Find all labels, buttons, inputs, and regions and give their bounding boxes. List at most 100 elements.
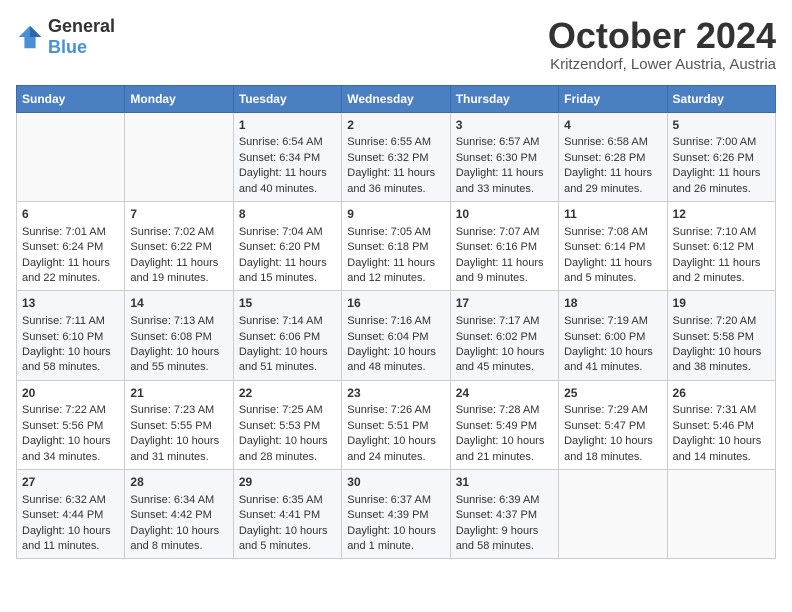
day-content-line: Sunrise: 7:04 AM bbox=[239, 225, 336, 240]
calendar-cell: 28Sunrise: 6:34 AMSunset: 4:42 PMDayligh… bbox=[125, 470, 233, 559]
day-number: 21 bbox=[130, 385, 227, 402]
calendar-cell: 2Sunrise: 6:55 AMSunset: 6:32 PMDaylight… bbox=[342, 112, 450, 201]
day-content-line: Sunset: 6:14 PM bbox=[564, 240, 661, 255]
day-content-line: Sunset: 5:46 PM bbox=[673, 419, 770, 434]
day-content-line: Sunrise: 6:39 AM bbox=[456, 493, 553, 508]
day-content-line: Sunrise: 6:35 AM bbox=[239, 493, 336, 508]
weekday-header-row: SundayMondayTuesdayWednesdayThursdayFrid… bbox=[17, 85, 776, 112]
logo-icon bbox=[16, 23, 44, 51]
day-content-line: Sunset: 6:08 PM bbox=[130, 330, 227, 345]
day-content-line: Sunset: 6:28 PM bbox=[564, 151, 661, 166]
calendar-cell: 16Sunrise: 7:16 AMSunset: 6:04 PMDayligh… bbox=[342, 291, 450, 380]
day-content-line: Daylight: 10 hours and 28 minutes. bbox=[239, 434, 336, 465]
weekday-header-cell: Friday bbox=[559, 85, 667, 112]
weekday-header-cell: Saturday bbox=[667, 85, 775, 112]
day-number: 16 bbox=[347, 295, 444, 312]
day-number: 26 bbox=[673, 385, 770, 402]
day-number: 18 bbox=[564, 295, 661, 312]
day-content-line: Sunrise: 7:14 AM bbox=[239, 314, 336, 329]
day-content-line: Daylight: 11 hours and 40 minutes. bbox=[239, 166, 336, 197]
day-content-line: Daylight: 10 hours and 5 minutes. bbox=[239, 524, 336, 555]
calendar-week-row: 6 Sunrise: 7:01 AMSunset: 6:24 PM Daylight… bbox=[17, 201, 776, 290]
calendar-cell: 19Sunrise: 7:20 AMSunset: 5:58 PMDayligh… bbox=[667, 291, 775, 380]
day-content-line: Sunset: 5:58 PM bbox=[673, 330, 770, 345]
day-content-line: Sunrise: 7:02 AM bbox=[130, 225, 227, 240]
day-content-line: Daylight: 11 hours and 12 minutes. bbox=[347, 256, 444, 287]
day-content-line: Sunset: 6:26 PM bbox=[673, 151, 770, 166]
calendar-cell: 22Sunrise: 7:25 AMSunset: 5:53 PMDayligh… bbox=[233, 380, 341, 469]
day-content-line: Sunset: 6:12 PM bbox=[673, 240, 770, 255]
day-content-line: Sunset: 4:42 PM bbox=[130, 508, 227, 523]
day-content-line: Sunrise: 7:26 AM bbox=[347, 403, 444, 418]
day-content-line: Daylight: 10 hours and 41 minutes. bbox=[564, 345, 661, 376]
day-content-line: Daylight: 11 hours and 2 minutes. bbox=[673, 256, 770, 287]
calendar-week-row: 27Sunrise: 6:32 AMSunset: 4:44 PMDayligh… bbox=[17, 470, 776, 559]
day-number: 1 bbox=[239, 117, 336, 134]
calendar-cell: 21Sunrise: 7:23 AMSunset: 5:55 PMDayligh… bbox=[125, 380, 233, 469]
page-header: General Blue October 2024 Kritzendorf, L… bbox=[16, 16, 776, 73]
day-content-line: Daylight: 10 hours and 21 minutes. bbox=[456, 434, 553, 465]
day-number: 30 bbox=[347, 474, 444, 491]
day-content-line: Sunset: 4:41 PM bbox=[239, 508, 336, 523]
day-content-line: Sunrise: 7:10 AM bbox=[673, 225, 770, 240]
day-number: 6 bbox=[22, 206, 119, 223]
day-content-line: Sunrise: 7:08 AM bbox=[564, 225, 661, 240]
day-content-line: Sunrise: 6:57 AM bbox=[456, 135, 553, 150]
day-number: 12 bbox=[673, 206, 770, 223]
day-content-line: Sunset: 6:06 PM bbox=[239, 330, 336, 345]
day-number: 3 bbox=[456, 117, 553, 134]
day-content-line: Daylight: 9 hours and 58 minutes. bbox=[456, 524, 553, 555]
day-number: 25 bbox=[564, 385, 661, 402]
calendar-cell: 24Sunrise: 7:28 AMSunset: 5:49 PMDayligh… bbox=[450, 380, 558, 469]
day-content-line: Sunset: 6:30 PM bbox=[456, 151, 553, 166]
calendar-cell bbox=[17, 112, 125, 201]
calendar-cell: 6Sunrise: 7:01 AMSunset: 6:24 PMDaylight… bbox=[17, 201, 125, 290]
day-content-line: Sunrise: 6:34 AM bbox=[130, 493, 227, 508]
day-content-line: Daylight: 11 hours and 15 minutes. bbox=[239, 256, 336, 287]
weekday-header-cell: Tuesday bbox=[233, 85, 341, 112]
calendar-cell: 15Sunrise: 7:14 AMSunset: 6:06 PMDayligh… bbox=[233, 291, 341, 380]
day-content-line: Sunset: 6:18 PM bbox=[347, 240, 444, 255]
calendar-week-row: 1Sunrise: 6:54 AMSunset: 6:34 PMDaylight… bbox=[17, 112, 776, 201]
day-content-line: Daylight: 11 hours and 5 minutes. bbox=[564, 256, 661, 287]
day-content-line: Sunrise: 7:01 AM bbox=[22, 225, 119, 240]
day-content-line: Daylight: 10 hours and 11 minutes. bbox=[22, 524, 119, 555]
day-content-line: Sunrise: 7:19 AM bbox=[564, 314, 661, 329]
day-content-line: Sunset: 6:16 PM bbox=[456, 240, 553, 255]
day-content-line: Sunrise: 7:11 AM bbox=[22, 314, 119, 329]
day-content-line: Sunrise: 6:37 AM bbox=[347, 493, 444, 508]
calendar-cell bbox=[125, 112, 233, 201]
calendar-week-row: 13Sunrise: 7:11 AMSunset: 6:10 PMDayligh… bbox=[17, 291, 776, 380]
day-number: 31 bbox=[456, 474, 553, 491]
day-content-line: Sunset: 4:37 PM bbox=[456, 508, 553, 523]
calendar-cell: 11 Sunrise: 7:08 AMSunset: 6:14 PMDayligh… bbox=[559, 201, 667, 290]
day-content-line: Sunset: 6:04 PM bbox=[347, 330, 444, 345]
day-content-line: Sunrise: 6:55 AM bbox=[347, 135, 444, 150]
calendar-cell: 30Sunrise: 6:37 AMSunset: 4:39 PMDayligh… bbox=[342, 470, 450, 559]
day-content-line: Sunrise: 7:07 AM bbox=[456, 225, 553, 240]
day-content-line: Daylight: 10 hours and 34 minutes. bbox=[22, 434, 119, 465]
day-content-line: Daylight: 10 hours and 24 minutes. bbox=[347, 434, 444, 465]
calendar-week-row: 20Sunrise: 7:22 AMSunset: 5:56 PMDayligh… bbox=[17, 380, 776, 469]
calendar-cell bbox=[559, 470, 667, 559]
day-content-line: Sunset: 5:49 PM bbox=[456, 419, 553, 434]
day-content-line: Sunset: 6:24 PM bbox=[22, 240, 119, 255]
title-block: October 2024 Kritzendorf, Lower Austria,… bbox=[548, 16, 776, 73]
calendar-cell: 5Sunrise: 7:00 AMSunset: 6:26 PMDaylight… bbox=[667, 112, 775, 201]
day-content-line: Sunset: 5:47 PM bbox=[564, 419, 661, 434]
calendar-cell: 17Sunrise: 7:17 AMSunset: 6:02 PMDayligh… bbox=[450, 291, 558, 380]
day-number: 27 bbox=[22, 474, 119, 491]
day-content-line: Daylight: 11 hours and 9 minutes. bbox=[456, 256, 553, 287]
day-content-line: Daylight: 10 hours and 31 minutes. bbox=[130, 434, 227, 465]
day-number: 28 bbox=[130, 474, 227, 491]
calendar-cell: 26Sunrise: 7:31 AMSunset: 5:46 PMDayligh… bbox=[667, 380, 775, 469]
day-number: 23 bbox=[347, 385, 444, 402]
day-content-line: Sunrise: 6:54 AM bbox=[239, 135, 336, 150]
day-content-line: Sunrise: 7:05 AM bbox=[347, 225, 444, 240]
day-content-line: Sunrise: 6:58 AM bbox=[564, 135, 661, 150]
calendar-cell bbox=[667, 470, 775, 559]
day-number: 11 bbox=[564, 206, 661, 223]
day-number: 9 bbox=[347, 206, 444, 223]
day-number: 2 bbox=[347, 117, 444, 134]
day-content-line: Sunrise: 7:28 AM bbox=[456, 403, 553, 418]
